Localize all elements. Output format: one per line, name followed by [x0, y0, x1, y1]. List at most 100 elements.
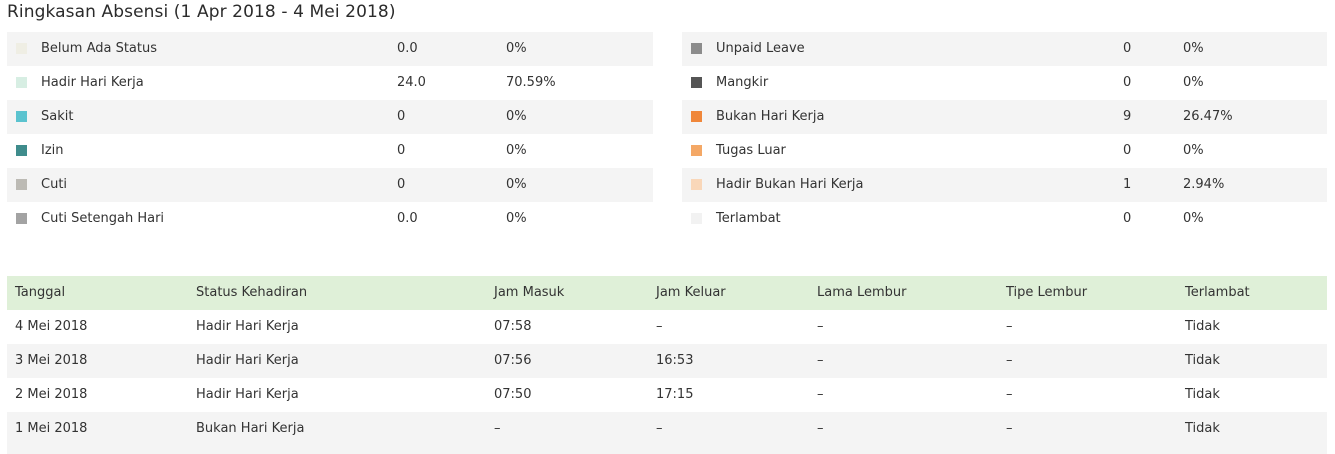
status-swatch	[16, 213, 27, 224]
column-header-overtime-type: Tipe Lembur	[1006, 285, 1088, 300]
status-label: Sakit	[41, 109, 74, 124]
status-swatch	[691, 213, 702, 224]
page-title: Ringkasan Absensi (1 Apr 2018 - 4 Mei 20…	[7, 2, 396, 22]
summary-row: Cuti Setengah Hari 0.0 0%	[7, 202, 653, 236]
cell-overtime-duration: –	[817, 387, 824, 402]
status-count: 1	[1123, 177, 1132, 192]
cell-overtime-type: –	[1006, 353, 1013, 368]
status-label: Belum Ada Status	[41, 41, 158, 56]
summary-row: Hadir Bukan Hari Kerja 1 2.94%	[682, 168, 1327, 202]
cell-check-out: 17:15	[656, 387, 694, 402]
status-label: Unpaid Leave	[716, 41, 805, 56]
status-swatch	[691, 43, 702, 54]
status-label: Izin	[41, 143, 64, 158]
summary-row: Hadir Hari Kerja 24.0 70.59%	[7, 66, 653, 100]
column-header-check-in: Jam Masuk	[494, 285, 565, 300]
column-header-overtime-duration: Lama Lembur	[817, 285, 907, 300]
column-header-date: Tanggal	[15, 285, 66, 300]
summary-row: Cuti 0 0%	[7, 168, 653, 202]
cell-overtime-duration: –	[817, 421, 824, 436]
table-header-row: Tanggal Status Kehadiran Jam Masuk Jam K…	[7, 276, 1327, 310]
summary-row: Terlambat 0 0%	[682, 202, 1327, 236]
status-count: 0	[397, 143, 406, 158]
status-percent: 0%	[506, 143, 527, 158]
cell-check-out: –	[656, 421, 663, 436]
status-percent: 26.47%	[1183, 109, 1233, 124]
summary-row: Sakit 0 0%	[7, 100, 653, 134]
cell-status: Hadir Hari Kerja	[196, 387, 299, 402]
status-label: Terlambat	[716, 211, 781, 226]
cell-check-out: –	[656, 319, 663, 334]
status-count: 24.0	[397, 75, 426, 90]
status-label: Hadir Hari Kerja	[41, 75, 144, 90]
cell-check-in: 07:58	[494, 319, 532, 334]
status-count: 0	[397, 109, 406, 124]
status-count: 9	[1123, 109, 1132, 124]
cell-date: 2 Mei 2018	[15, 387, 88, 402]
summary-row: Unpaid Leave 0 0%	[682, 32, 1327, 66]
cell-check-in: 07:50	[494, 387, 532, 402]
attendance-table: Tanggal Status Kehadiran Jam Masuk Jam K…	[7, 276, 1327, 446]
status-swatch	[16, 111, 27, 122]
status-count: 0	[1123, 211, 1132, 226]
status-percent: 0%	[506, 109, 527, 124]
status-swatch	[16, 179, 27, 190]
cell-date: 3 Mei 2018	[15, 353, 88, 368]
table-row: 3 Mei 2018 Hadir Hari Kerja 07:56 16:53 …	[7, 344, 1327, 378]
column-header-check-out: Jam Keluar	[656, 285, 726, 300]
cell-status: Hadir Hari Kerja	[196, 319, 299, 334]
status-count: 0	[1123, 75, 1132, 90]
cell-late: Tidak	[1185, 319, 1220, 334]
summary-row: Mangkir 0 0%	[682, 66, 1327, 100]
cell-overtime-type: –	[1006, 421, 1013, 436]
status-percent: 0%	[1183, 75, 1204, 90]
status-percent: 0%	[1183, 41, 1204, 56]
status-count: 0	[397, 177, 406, 192]
summary-row: Belum Ada Status 0.0 0%	[7, 32, 653, 66]
summary-row: Izin 0 0%	[7, 134, 653, 168]
status-label: Mangkir	[716, 75, 769, 90]
cell-date: 1 Mei 2018	[15, 421, 88, 436]
status-swatch	[691, 111, 702, 122]
summary-row: Bukan Hari Kerja 9 26.47%	[682, 100, 1327, 134]
status-swatch	[16, 77, 27, 88]
status-percent: 0%	[506, 211, 527, 226]
status-percent: 0%	[506, 41, 527, 56]
cell-status: Bukan Hari Kerja	[196, 421, 305, 436]
cell-status: Hadir Hari Kerja	[196, 353, 299, 368]
cell-late: Tidak	[1185, 387, 1220, 402]
summary-right-list: Unpaid Leave 0 0% Mangkir 0 0% Bukan Har…	[682, 32, 1327, 236]
status-label: Cuti Setengah Hari	[41, 211, 165, 226]
table-row: 2 Mei 2018 Hadir Hari Kerja 07:50 17:15 …	[7, 378, 1327, 412]
summary-left-list: Belum Ada Status 0.0 0% Hadir Hari Kerja…	[7, 32, 653, 236]
status-label: Tugas Luar	[716, 143, 786, 158]
status-percent: 70.59%	[506, 75, 556, 90]
status-swatch	[16, 145, 27, 156]
cell-check-in: –	[494, 421, 501, 436]
table-row-partial	[7, 446, 1327, 454]
table-row: 4 Mei 2018 Hadir Hari Kerja 07:58 – – – …	[7, 310, 1327, 344]
cell-date: 4 Mei 2018	[15, 319, 88, 334]
status-count: 0	[1123, 41, 1132, 56]
status-count: 0.0	[397, 41, 418, 56]
status-label: Hadir Bukan Hari Kerja	[716, 177, 864, 192]
status-count: 0	[1123, 143, 1132, 158]
column-header-status: Status Kehadiran	[196, 285, 308, 300]
table-row: 1 Mei 2018 Bukan Hari Kerja – – – – Tida…	[7, 412, 1327, 446]
status-swatch	[691, 145, 702, 156]
cell-late: Tidak	[1185, 353, 1220, 368]
status-label: Cuti	[41, 177, 68, 192]
status-swatch	[16, 43, 27, 54]
status-percent: 0%	[1183, 143, 1204, 158]
status-label: Bukan Hari Kerja	[716, 109, 825, 124]
cell-overtime-type: –	[1006, 387, 1013, 402]
status-swatch	[691, 179, 702, 190]
status-count: 0.0	[397, 211, 418, 226]
cell-check-out: 16:53	[656, 353, 694, 368]
cell-overtime-duration: –	[817, 353, 824, 368]
cell-overtime-duration: –	[817, 319, 824, 334]
cell-check-in: 07:56	[494, 353, 532, 368]
status-percent: 0%	[506, 177, 527, 192]
status-percent: 0%	[1183, 211, 1204, 226]
cell-late: Tidak	[1185, 421, 1220, 436]
